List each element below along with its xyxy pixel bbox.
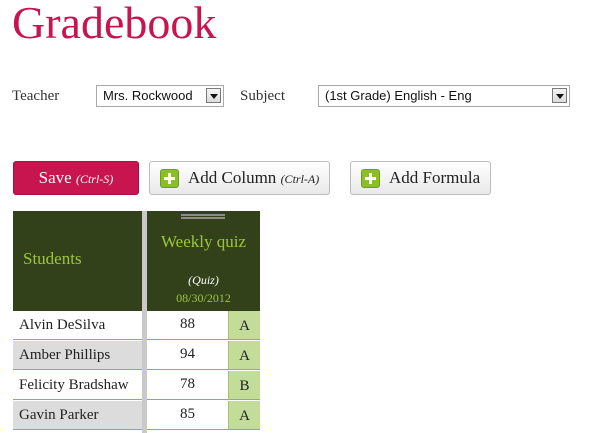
student-name: Felicity Bradshaw bbox=[13, 371, 142, 400]
score-cell[interactable]: 88 bbox=[147, 311, 228, 340]
student-name: Alvin DeSilva bbox=[13, 311, 142, 340]
student-name: Amber Phillips bbox=[13, 341, 142, 370]
teacher-select[interactable]: Mrs. Rockwood bbox=[96, 85, 224, 107]
chevron-down-icon[interactable] bbox=[206, 88, 221, 103]
save-shortcut: (Ctrl-S) bbox=[75, 172, 114, 186]
add-column-button[interactable]: Add Column (Ctrl-A) bbox=[149, 161, 331, 195]
students-column-header: Students bbox=[13, 211, 142, 311]
plus-icon bbox=[361, 169, 380, 188]
quiz-column-date: 08/30/2012 bbox=[176, 291, 231, 305]
subject-select[interactable]: (1st Grade) English - Eng bbox=[318, 85, 570, 107]
score-cell[interactable]: 85 bbox=[147, 401, 228, 430]
score-cell[interactable]: 94 bbox=[147, 341, 228, 370]
grade-cell: A bbox=[228, 341, 260, 370]
students-header-label: Students bbox=[23, 249, 82, 268]
add-column-label: Add Column bbox=[188, 168, 277, 187]
student-name: Gavin Parker bbox=[13, 401, 142, 430]
quiz-column-type: (Quiz) bbox=[188, 273, 219, 287]
grade-cell: A bbox=[228, 401, 260, 430]
table-row: Amber Phillips 94 A bbox=[13, 341, 260, 370]
subject-select-value: (1st Grade) English - Eng bbox=[325, 88, 472, 103]
save-button[interactable]: Save (Ctrl-S) bbox=[13, 161, 139, 195]
page-title: Gradebook bbox=[12, 0, 217, 48]
quiz-column-header[interactable]: Weekly quiz (Quiz) 08/30/2012 bbox=[147, 211, 260, 311]
grade-cell: B bbox=[228, 371, 260, 400]
add-formula-button[interactable]: Add Formula bbox=[350, 161, 492, 195]
table-row: Felicity Bradshaw 78 B bbox=[13, 371, 260, 400]
add-formula-label: Add Formula bbox=[389, 168, 481, 187]
grade-cell: A bbox=[228, 311, 260, 340]
save-button-label: Save bbox=[38, 168, 72, 187]
drag-handle-icon[interactable] bbox=[181, 214, 225, 219]
chevron-down-icon[interactable] bbox=[552, 88, 567, 103]
table-row: Alvin DeSilva 88 A bbox=[13, 311, 260, 340]
score-cell[interactable]: 78 bbox=[147, 371, 228, 400]
teacher-select-value: Mrs. Rockwood bbox=[103, 88, 193, 103]
table-row: Gavin Parker 85 A bbox=[13, 401, 260, 430]
quiz-column-title: Weekly quiz bbox=[160, 232, 247, 251]
subject-label: Subject bbox=[240, 88, 285, 104]
plus-icon bbox=[160, 169, 179, 188]
add-column-shortcut: (Ctrl-A) bbox=[280, 172, 320, 186]
teacher-label: Teacher bbox=[12, 88, 60, 104]
